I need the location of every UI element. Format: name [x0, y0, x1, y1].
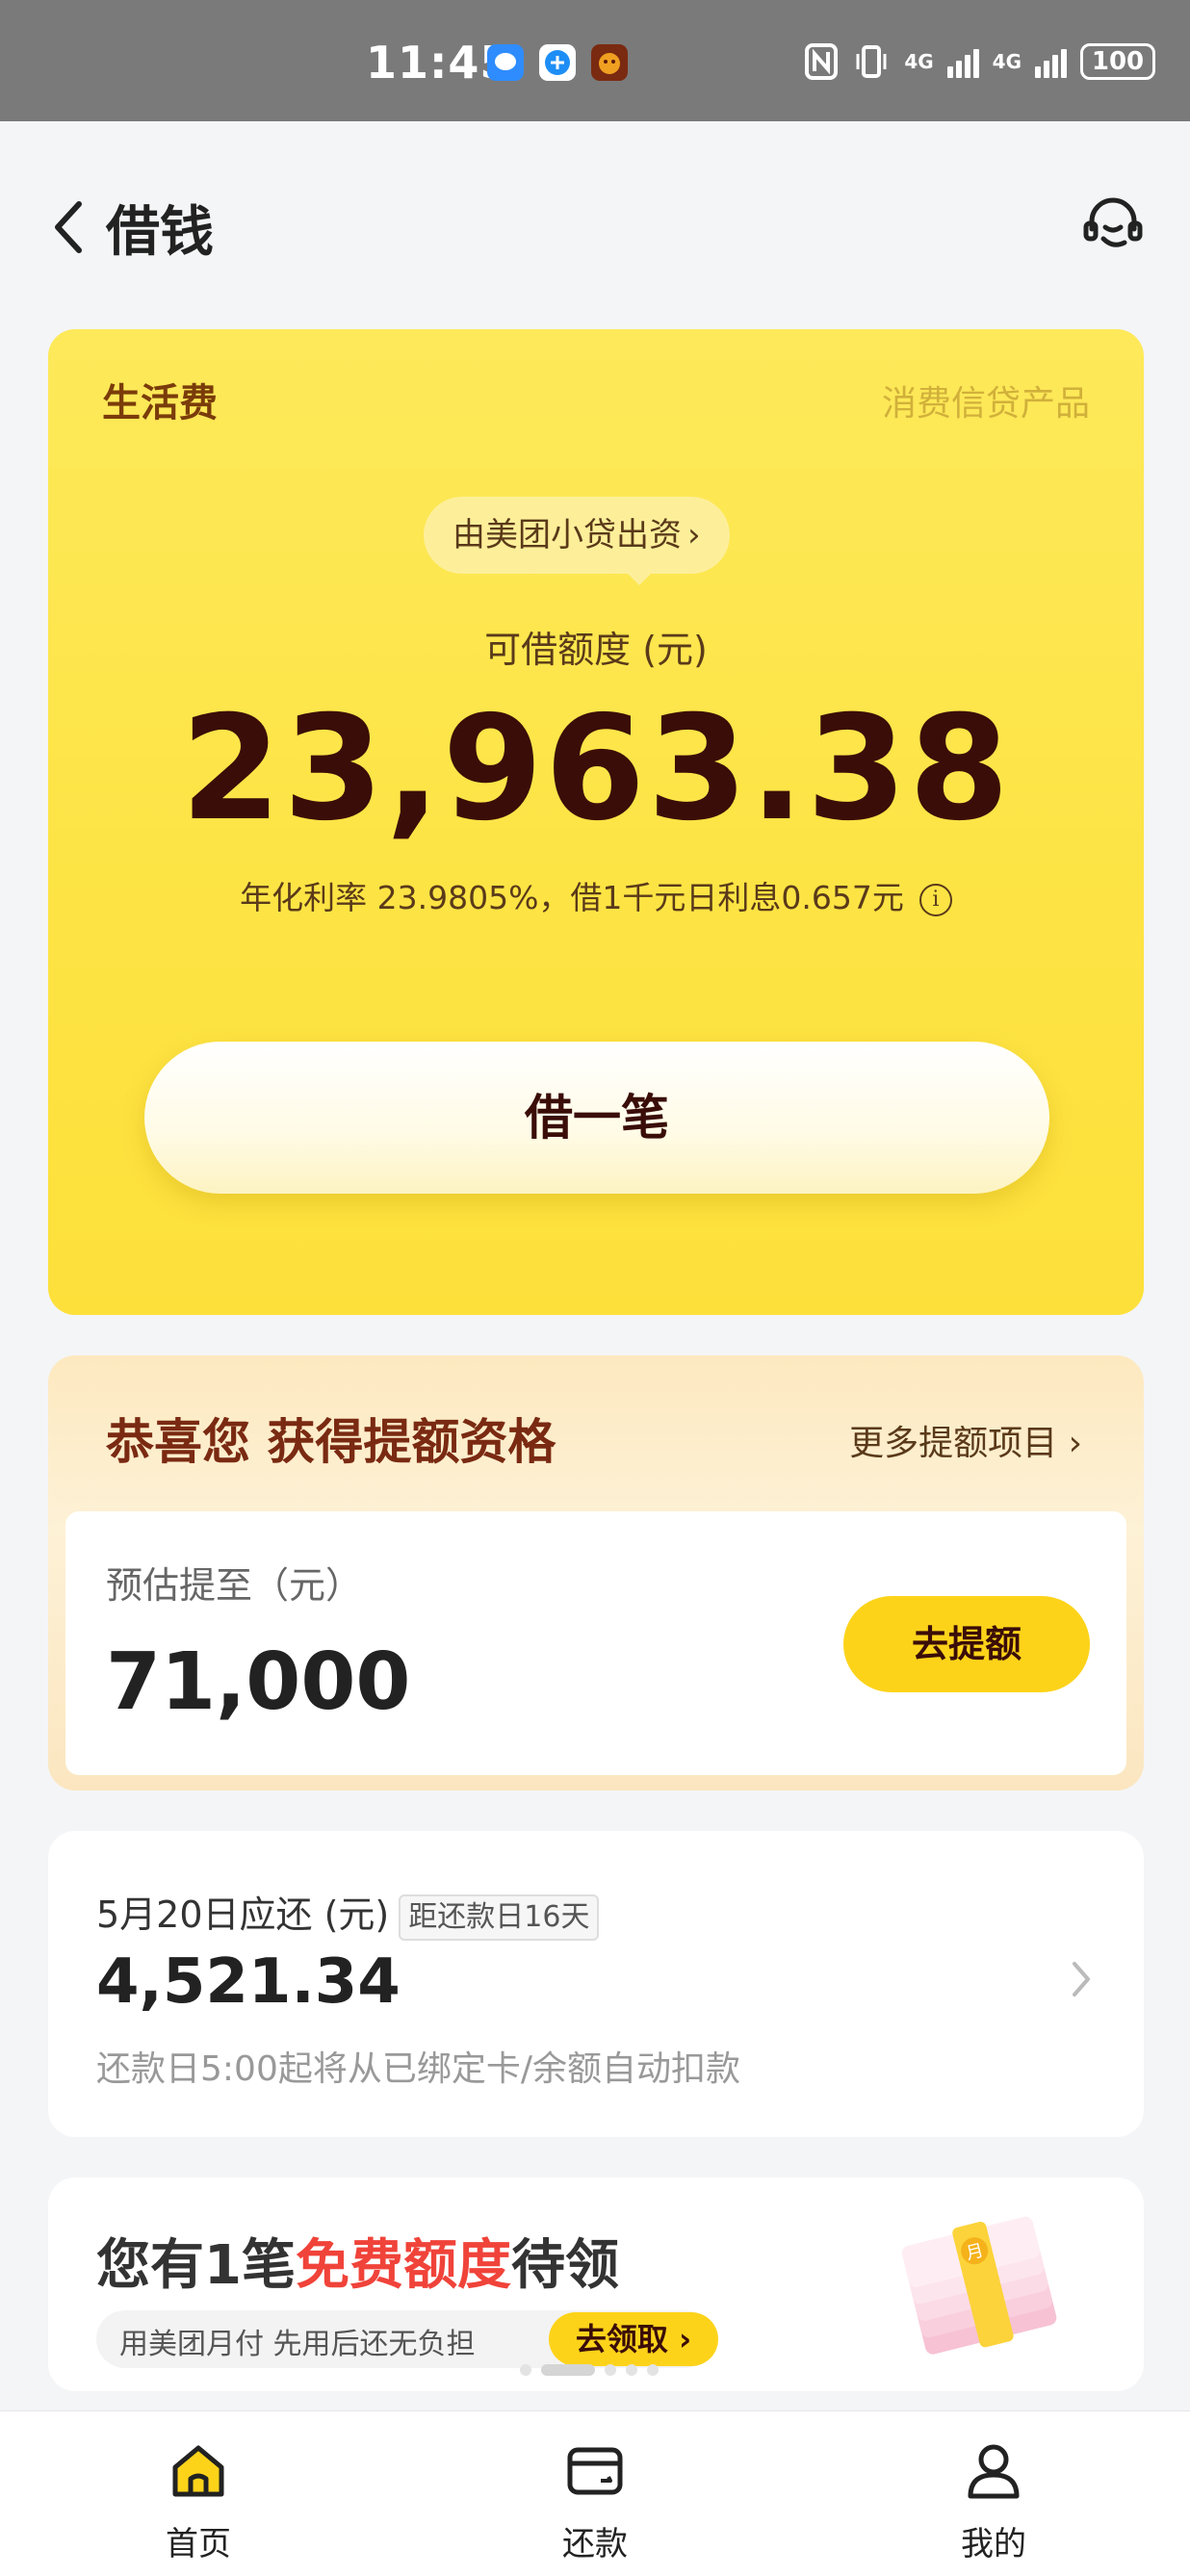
- credit-raise-card: 恭喜您 获得提额资格 更多提额项目 › 预估提至（元） 71,000 去提额: [48, 1355, 1144, 1790]
- game-app-icon: [591, 44, 628, 81]
- envelope-stack-icon: 月: [901, 2216, 1057, 2355]
- vibrate-icon: [856, 45, 887, 78]
- loan-card: 生活费 消费信贷产品 由美团小贷出资 › 可借额度 (元) 23,963.38 年…: [48, 329, 1144, 1315]
- product-tag: 消费信贷产品: [881, 384, 1090, 424]
- message-app-icon: [487, 44, 524, 81]
- rate-info: 年化利率 23.9805%，借1千元日利息0.657元 i: [48, 872, 1144, 918]
- promo-title-highlight: 免费额度: [295, 2234, 511, 2297]
- repayment-card[interactable]: 5月20日应还 (元) 距还款日16天 4,521.34 还款日5:00起将从已绑…: [48, 1831, 1144, 2137]
- chevron-right-icon: ›: [1068, 1424, 1082, 1463]
- signal-type-1: 4G: [904, 50, 934, 73]
- pill-pointer: [626, 572, 653, 585]
- raise-panel: 预估提至（元） 71,000 去提额: [65, 1511, 1126, 1775]
- battery-icon: 100: [1080, 43, 1155, 80]
- borrow-button[interactable]: 借一笔: [144, 1042, 1049, 1194]
- loan-type-label: 生活费: [102, 381, 218, 425]
- chevron-right-icon: [1073, 1962, 1090, 1996]
- repay-due-row: 5月20日应还 (元) 距还款日16天: [96, 1885, 600, 1941]
- limit-amount: 23,963.38: [180, 685, 1012, 853]
- home-icon: [172, 2445, 224, 2497]
- more-raise-link[interactable]: 更多提额项目 ›: [849, 1415, 1082, 1465]
- raise-title: 恭喜您 获得提额资格: [106, 1414, 556, 1470]
- more-raise-label: 更多提额项目: [849, 1424, 1058, 1463]
- free-credit-promo[interactable]: 您有1笔免费额度待领 用美团月付 先用后还无负担 去领取 › 月: [48, 2177, 1144, 2391]
- lender-link[interactable]: 由美团小贷出资 ›: [424, 497, 730, 574]
- promo-subtitle: 用美团月付 先用后还无负担: [119, 2328, 476, 2361]
- customer-service-icon[interactable]: [1078, 191, 1148, 260]
- battery-level: 100: [1091, 47, 1145, 76]
- claim-button[interactable]: 去领取 ›: [549, 2312, 718, 2366]
- signal-bars-2-icon: [1035, 45, 1067, 78]
- raise-button[interactable]: 去提额: [843, 1596, 1090, 1692]
- user-icon: [968, 2444, 1020, 2499]
- bottom-nav: 首页 还款 我的: [0, 2410, 1190, 2576]
- status-bar: 11:45 4G 4G 100: [0, 0, 1190, 121]
- promo-title: 您有1笔免费额度待领: [96, 2222, 619, 2300]
- promo-title-prefix: 您有1笔: [96, 2234, 296, 2297]
- signal-bars-1-icon: [946, 45, 979, 78]
- signal-type-2: 4G: [992, 50, 1022, 73]
- nav-repay[interactable]: 还款: [499, 2411, 691, 2576]
- raise-estimate-amount: 71,000: [106, 1636, 411, 1728]
- nav-repay-label: 还款: [562, 2525, 628, 2563]
- chevron-right-icon: ›: [667, 2321, 692, 2357]
- raise-estimate-label: 预估提至（元）: [106, 1564, 363, 1607]
- repay-amount: 4,521.34: [96, 1946, 401, 2018]
- browser-app-icon: [539, 44, 576, 81]
- rate-text: 年化利率 23.9805%，借1千元日利息0.657元: [240, 879, 904, 916]
- page-title: 借钱: [106, 201, 214, 264]
- wallet-icon: [567, 2447, 623, 2495]
- carousel-dots: [520, 2364, 659, 2376]
- status-indicators: 4G 4G 100: [804, 39, 1155, 85]
- lender-label: 由美团小贷出资: [453, 516, 682, 554]
- info-icon[interactable]: i: [918, 883, 952, 916]
- days-remaining-badge: 距还款日16天: [399, 1893, 600, 1941]
- repay-due-label: 5月20日应还 (元): [96, 1893, 390, 1936]
- promo-title-suffix: 待领: [510, 2234, 619, 2297]
- auto-debit-note: 还款日5:00起将从已绑定卡/余额自动扣款: [96, 2049, 740, 2089]
- carousel-dot: [626, 2364, 637, 2376]
- nav-home-label: 首页: [166, 2525, 231, 2563]
- carousel-dot: [605, 2364, 616, 2376]
- back-icon[interactable]: [50, 198, 89, 256]
- nav-home[interactable]: 首页: [102, 2411, 295, 2576]
- nav-mine[interactable]: 我的: [897, 2411, 1090, 2576]
- nav-mine-label: 我的: [961, 2525, 1026, 2563]
- claim-label: 去领取: [575, 2321, 668, 2357]
- page-header: 借钱: [0, 121, 1190, 314]
- carousel-dot-active: [541, 2364, 595, 2376]
- carousel-dot: [647, 2364, 659, 2376]
- carousel-dot: [520, 2364, 531, 2376]
- chevron-right-icon: ›: [687, 516, 701, 554]
- limit-label: 可借额度 (元): [484, 629, 708, 671]
- nfc-icon: [805, 43, 839, 80]
